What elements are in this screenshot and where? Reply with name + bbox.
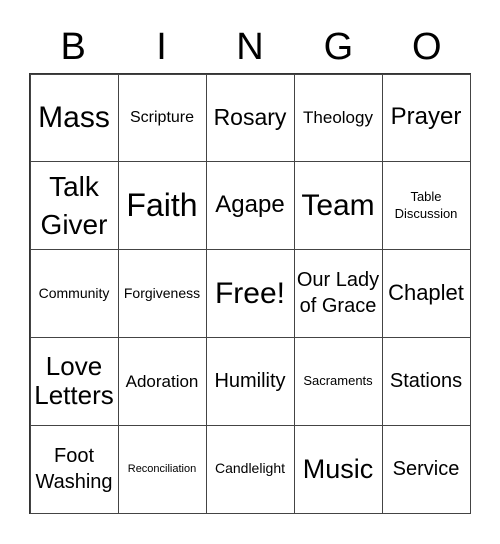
header-letter-g: G — [323, 26, 354, 68]
bingo-cell[interactable]: Chaplet — [381, 249, 471, 338]
bingo-cell[interactable]: Music — [293, 424, 383, 514]
bingo-cell[interactable]: Agape — [205, 161, 295, 251]
bingo-cell[interactable]: Foot Washing — [29, 424, 119, 514]
bingo-cell[interactable]: Adoration — [117, 336, 207, 426]
header-letter-o: O — [411, 26, 442, 68]
header-letter-b: B — [60, 26, 86, 68]
bingo-cell[interactable]: Rosary — [205, 73, 295, 163]
bingo-cell[interactable]: Forgiveness — [117, 249, 207, 338]
bingo-cell-free[interactable]: Free! — [205, 249, 295, 338]
bingo-cell[interactable]: Humility — [205, 336, 295, 426]
bingo-cell[interactable]: Community — [29, 249, 119, 338]
bingo-cell[interactable]: Mass — [29, 73, 119, 163]
bingo-cell[interactable]: Scripture — [117, 73, 207, 163]
bingo-grid: Mass Scripture Rosary Theology Prayer Ta… — [29, 73, 471, 514]
header-letter-i: I — [156, 26, 167, 68]
bingo-cell[interactable]: Table Discussion — [381, 161, 471, 251]
bingo-cell[interactable]: Reconciliation — [117, 424, 207, 514]
bingo-header: B I N G O — [29, 22, 471, 72]
header-letter-n: N — [236, 26, 264, 68]
bingo-cell[interactable]: Faith — [117, 161, 207, 251]
bingo-cell[interactable]: Service — [381, 424, 471, 514]
bingo-cell[interactable]: Candlelight — [205, 424, 295, 514]
bingo-cell[interactable]: Love Letters — [29, 336, 119, 426]
bingo-cell[interactable]: Theology — [293, 73, 383, 163]
bingo-cell[interactable]: Prayer — [381, 73, 471, 163]
bingo-cell[interactable]: Team — [293, 161, 383, 251]
bingo-cell[interactable]: Talk Giver — [29, 161, 119, 251]
bingo-cell[interactable]: Sacraments — [293, 336, 383, 426]
bingo-cell[interactable]: Our Lady of Grace — [293, 249, 383, 338]
bingo-cell[interactable]: Stations — [381, 336, 471, 426]
